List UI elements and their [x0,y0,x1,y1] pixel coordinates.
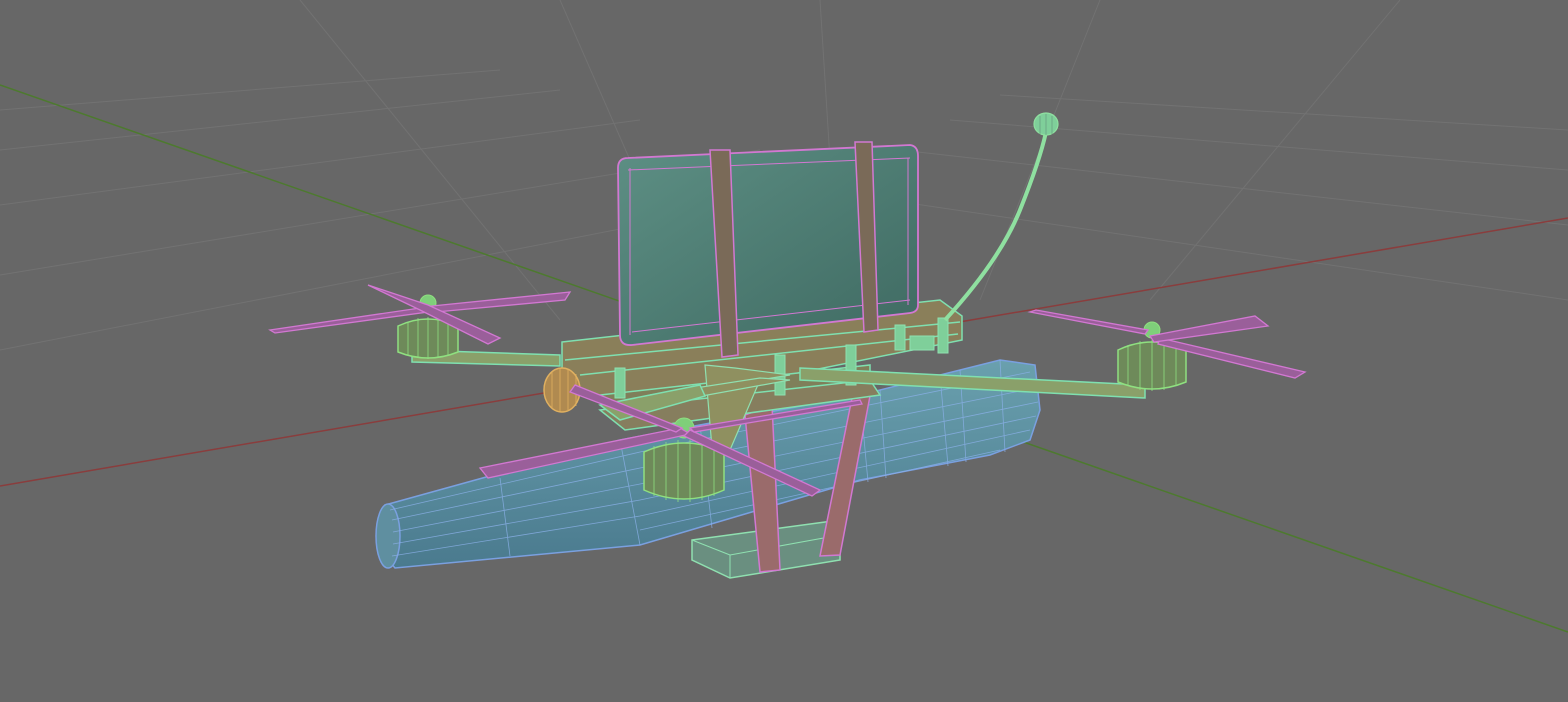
scene-canvas[interactable] [0,0,1568,702]
3d-viewport[interactable] [0,0,1568,702]
